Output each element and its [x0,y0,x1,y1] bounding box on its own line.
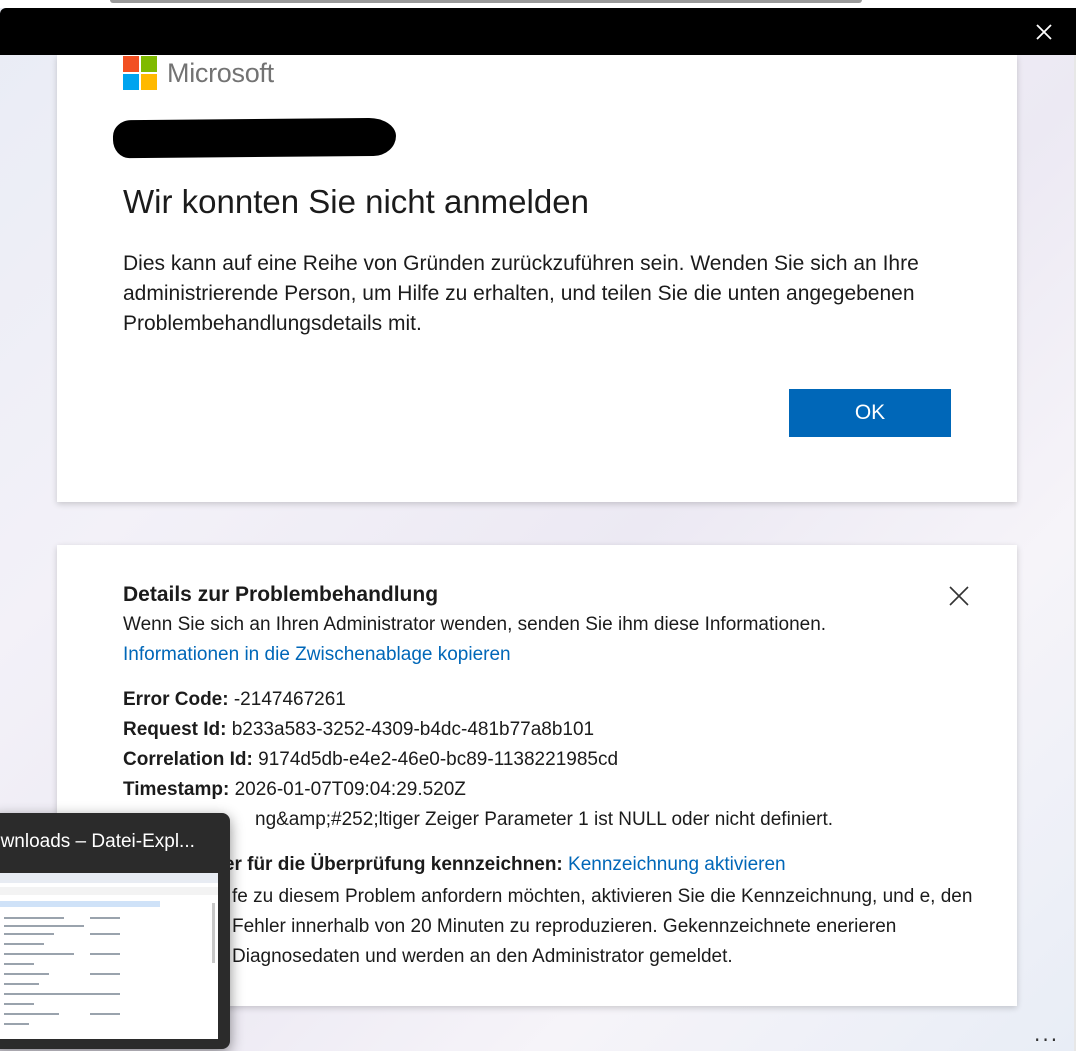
timestamp-label: Timestamp: [123,779,230,800]
thumbnail-row [90,933,120,935]
thumbnail-row [4,933,54,935]
microsoft-logo: Microsoft [123,56,274,90]
correlation-id-row: Correlation Id: 9174d5db-e4e2-46e0-bc89-… [123,749,618,771]
correlation-id-label: Correlation Id: [123,749,253,770]
thumbnail-toolbar [0,887,218,895]
thumbnail-row [4,963,34,965]
timestamp-row: Timestamp: 2026-01-07T09:04:29.520Z [123,779,466,801]
thumbnail-scrollbar [212,903,215,963]
error-code-value: -2147467261 [233,689,346,710]
thumbnail-row [90,993,120,995]
title-bar [0,8,1076,55]
thumbnail-header [0,873,218,883]
flag-description: fe zu diesem Problem anfordern möchten, … [232,886,973,967]
thumbnail-row [90,953,120,955]
thumbnail-row [4,925,84,927]
thumbnail-selected-row [0,901,160,907]
page-title: Wir konnten Sie nicht anmelden [123,183,589,220]
error-message: Dies kann auf eine Reihe von Gründen zur… [123,252,919,335]
error-card: Microsoft Wir konnten Sie nicht anmelden… [57,55,1017,502]
details-title: Details zur Problembehandlung [123,583,439,606]
request-id-row: Request Id: b233a583-3252-4309-b4dc-481b… [123,719,594,741]
thumbnail-row [4,1003,34,1005]
thumbnail-row [4,953,74,955]
file-explorer-thumbnail[interactable] [0,873,218,1039]
details-subtitle: Wenn Sie sich an Ihren Administrator wen… [123,614,827,635]
request-id-value: b233a583-3252-4309-b4dc-481b77a8b101 [231,719,595,740]
correlation-id-value: 9174d5db-e4e2-46e0-bc89-1138221985cd [258,749,619,770]
redacted-account-name [112,117,397,159]
ok-button[interactable]: OK [789,389,951,437]
thumbnail-row [4,1023,29,1025]
thumbnail-row [4,993,94,995]
thumbnail-row [4,1013,59,1015]
window-drag-handle[interactable] [110,0,862,3]
error-code-label: Error Code: [123,689,229,710]
timestamp-value: 2026-01-07T09:04:29.520Z [234,779,466,800]
flag-label: nler für die Überprüfung kennzeichnen: [207,854,563,875]
error-message-value: ng&amp;#252;ltiger Zeiger Parameter 1 is… [255,809,834,830]
enable-flagging-link[interactable]: Kennzeichnung aktivieren [568,854,786,875]
taskbar-thumbnail-preview[interactable]: ownloads – Datei-Expl... [0,813,230,1049]
thumbnail-row [90,973,120,975]
thumbnail-row [4,973,49,975]
error-code-row: Error Code: -2147467261 [123,689,346,711]
window-top-frame [0,0,1076,8]
thumbnail-row [4,943,44,945]
close-icon[interactable] [1032,20,1056,44]
request-id-label: Request Id: [123,719,227,740]
copy-to-clipboard-link[interactable]: Informationen in die Zwischenablage kopi… [123,644,511,666]
microsoft-logo-icon [123,56,157,90]
thumbnail-row [90,1013,120,1015]
more-options-button[interactable]: ... [1034,1022,1059,1046]
close-icon[interactable] [948,585,970,607]
thumbnail-row [90,917,120,919]
microsoft-logo-text: Microsoft [167,57,274,88]
thumbnail-row [4,983,39,985]
preview-title: ownloads – Datei-Expl... [0,831,195,852]
error-message-row: ng&amp;#252;ltiger Zeiger Parameter 1 is… [255,809,833,831]
flag-row: nler für die Überprüfung kennzeichnen: K… [207,854,786,876]
thumbnail-row [4,917,64,919]
